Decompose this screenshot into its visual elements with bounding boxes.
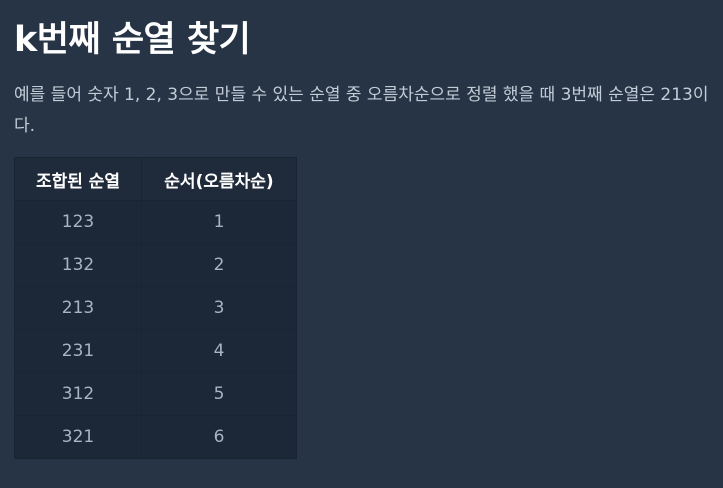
header-order: 순서(오름차순) xyxy=(141,157,297,201)
page-title: k번째 순열 찾기 xyxy=(14,20,251,60)
permutation-cell: 132 xyxy=(14,243,142,287)
table-header-row: 조합된 순열 순서(오름차순) xyxy=(14,157,297,201)
order-cell: 2 xyxy=(141,243,297,287)
permutation-cell: 312 xyxy=(14,372,142,416)
order-cell: 4 xyxy=(141,329,297,373)
table-row: 231 4 xyxy=(14,329,297,373)
order-cell: 5 xyxy=(141,372,297,416)
header-permutation: 조합된 순열 xyxy=(14,157,142,201)
table-row: 312 5 xyxy=(14,372,297,416)
table-row: 321 6 xyxy=(14,415,297,459)
permutation-cell: 123 xyxy=(14,200,142,244)
permutation-cell: 231 xyxy=(14,329,142,373)
table-row: 123 1 xyxy=(14,200,297,244)
order-cell: 1 xyxy=(141,200,297,244)
table-row: 132 2 xyxy=(14,243,297,287)
order-cell: 3 xyxy=(141,286,297,330)
article-content: k번째 순열 찾기 예를 들어 숫자 1, 2, 3으로 만들 수 있는 순열 … xyxy=(14,14,713,459)
permutation-table: 조합된 순열 순서(오름차순) 123 1 132 2 213 3 231 4 xyxy=(14,157,297,459)
table-row: 213 3 xyxy=(14,286,297,330)
description-paragraph: 예를 들어 숫자 1, 2, 3으로 만들 수 있는 순열 중 오름차순으로 정… xyxy=(14,85,709,136)
permutation-cell: 213 xyxy=(14,286,142,330)
order-cell: 6 xyxy=(141,415,297,459)
permutation-cell: 321 xyxy=(14,415,142,459)
